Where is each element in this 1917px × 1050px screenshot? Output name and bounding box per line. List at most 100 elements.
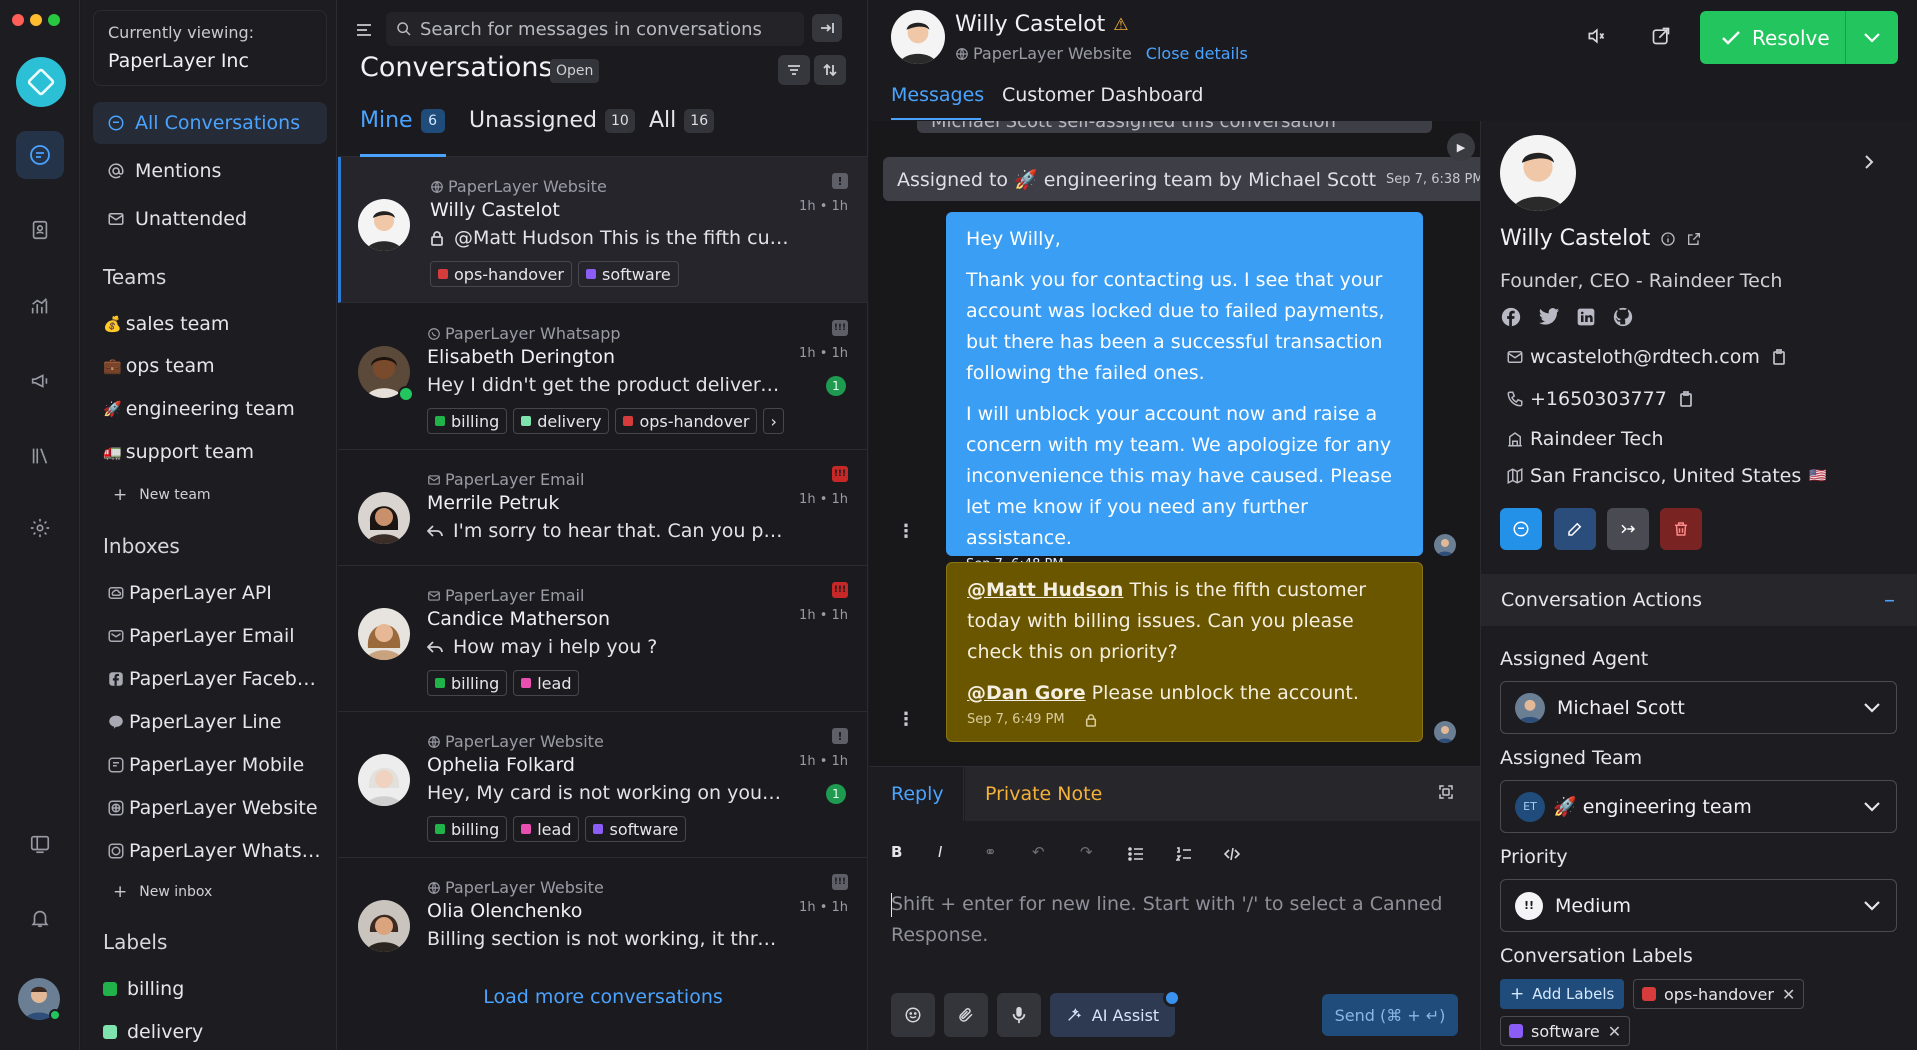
- tab-mine[interactable]: Mine 6: [360, 108, 445, 133]
- ai-assist-button[interactable]: AI Assist: [1050, 993, 1175, 1037]
- inbox-facebook[interactable]: PaperLayer Faceb…: [103, 668, 316, 690]
- scroll-arrow-button[interactable]: ▶: [1447, 133, 1475, 161]
- close-window-button[interactable]: [12, 14, 24, 26]
- priority-select[interactable]: !! Medium: [1500, 879, 1897, 932]
- conversation-item[interactable]: PaperLayer Website Ophelia Folkard Hey, …: [338, 712, 868, 858]
- inbox-mobile[interactable]: PaperLayer Mobile: [103, 754, 304, 776]
- bullet-list-icon[interactable]: [1128, 847, 1144, 861]
- tab-customer-dashboard[interactable]: Customer Dashboard: [1002, 84, 1203, 106]
- minimize-window-button[interactable]: [30, 14, 42, 26]
- numbered-list-icon[interactable]: [1176, 847, 1192, 861]
- label-delivery[interactable]: delivery: [103, 1021, 203, 1043]
- chevron-right-icon[interactable]: [1864, 154, 1874, 170]
- tab-all[interactable]: All 16: [649, 108, 715, 133]
- conversation-item[interactable]: PaperLayer Email Candice Matherson How m…: [338, 566, 868, 712]
- team-ops[interactable]: 💼 ops team: [103, 355, 215, 377]
- contact-phone[interactable]: +1650303777: [1530, 388, 1667, 410]
- emoji-button[interactable]: [891, 993, 935, 1037]
- tab-messages[interactable]: Messages: [891, 84, 984, 106]
- nav-mentions[interactable]: Mentions: [93, 150, 327, 192]
- external-link-icon[interactable]: [1686, 231, 1702, 247]
- label-billing[interactable]: billing: [103, 978, 184, 1000]
- team-support[interactable]: 🚛 support team: [103, 441, 254, 463]
- copy-icon[interactable]: [1679, 391, 1693, 407]
- inbox-website[interactable]: PaperLayer Website: [103, 797, 318, 819]
- undo-icon[interactable]: ↶: [1032, 843, 1045, 861]
- tab-unassigned[interactable]: Unassigned 10: [469, 108, 635, 133]
- new-message-button[interactable]: [1500, 508, 1542, 550]
- bold-button[interactable]: B: [891, 843, 902, 861]
- contact-email[interactable]: wcasteloth@rdtech.com: [1530, 346, 1760, 368]
- reports-nav-icon[interactable]: [16, 282, 64, 330]
- copy-icon[interactable]: [1772, 349, 1786, 365]
- edit-contact-button[interactable]: [1554, 508, 1596, 550]
- message-menu-icon[interactable]: ⋮: [897, 709, 915, 730]
- team-engineering[interactable]: 🚀 engineering team: [103, 398, 295, 420]
- info-icon[interactable]: [1660, 231, 1676, 247]
- message-thread[interactable]: Michael Scott self-assigned this convers…: [869, 121, 1480, 766]
- close-details-link[interactable]: Close details: [1146, 44, 1248, 63]
- inbox-whatsapp[interactable]: PaperLayer Whats…: [103, 840, 321, 862]
- notifications-bell-icon[interactable]: [16, 894, 64, 942]
- conversation-item[interactable]: PaperLayer Website Willy Castelot @Matt …: [338, 157, 868, 303]
- menu-icon[interactable]: [354, 20, 374, 40]
- conversation-item[interactable]: PaperLayer Whatsapp Elisabeth Derington …: [338, 304, 868, 450]
- settings-nav-icon[interactable]: [16, 504, 64, 552]
- italic-button[interactable]: I: [938, 843, 942, 861]
- contact-avatar[interactable]: [891, 10, 945, 64]
- load-more-link[interactable]: Load more conversations: [338, 986, 868, 1008]
- inbox-email[interactable]: PaperLayer Email: [103, 625, 295, 647]
- library-nav-icon[interactable]: [16, 432, 64, 480]
- resolve-button[interactable]: Resolve: [1700, 11, 1898, 64]
- inbox-line[interactable]: PaperLayer Line: [103, 711, 281, 733]
- add-labels-button[interactable]: + Add Labels: [1500, 979, 1625, 1009]
- assigned-agent-select[interactable]: Michael Scott: [1500, 681, 1897, 734]
- expand-editor-icon[interactable]: [1437, 783, 1455, 801]
- attachment-button[interactable]: [944, 993, 988, 1037]
- conversation-item[interactable]: PaperLayer Email Merrile Petruk I'm sorr…: [338, 450, 868, 566]
- chevron-down-icon[interactable]: [1864, 32, 1880, 43]
- search-bar[interactable]: Search for messages in conversations: [386, 12, 804, 46]
- microphone-button[interactable]: [997, 993, 1041, 1037]
- sort-button[interactable]: [814, 55, 846, 85]
- maximize-window-button[interactable]: [48, 14, 60, 26]
- filter-button[interactable]: [778, 55, 810, 85]
- nav-unattended[interactable]: Unattended: [93, 198, 327, 240]
- remove-label-icon[interactable]: ✕: [1782, 985, 1795, 1004]
- search-input[interactable]: Search for messages in conversations: [420, 19, 762, 40]
- mute-icon[interactable]: [1586, 26, 1606, 46]
- redo-icon[interactable]: ↷: [1080, 843, 1093, 861]
- delete-contact-button[interactable]: [1660, 508, 1702, 550]
- campaigns-nav-icon[interactable]: [16, 357, 64, 405]
- new-inbox-button[interactable]: + New inbox: [113, 882, 212, 902]
- message-menu-icon[interactable]: ⋮: [897, 521, 915, 542]
- assigned-team-select[interactable]: ET 🚀 engineering team: [1500, 780, 1897, 833]
- conversation-item[interactable]: PaperLayer Website Olia Olenchenko Billi…: [338, 858, 868, 974]
- code-icon[interactable]: [1224, 847, 1240, 861]
- link-icon[interactable]: ⚭: [984, 843, 997, 861]
- twitter-icon[interactable]: [1538, 307, 1560, 327]
- reply-input[interactable]: Shift + enter for new line. Start with '…: [891, 889, 1451, 951]
- linkedin-icon[interactable]: [1576, 307, 1596, 327]
- mention-link[interactable]: @Dan Gore: [967, 682, 1086, 704]
- inbox-api[interactable]: PaperLayer API: [103, 582, 272, 604]
- share-icon[interactable]: [1651, 26, 1671, 46]
- send-button[interactable]: Send (⌘ + ↵): [1322, 994, 1458, 1036]
- github-icon[interactable]: [1612, 306, 1634, 328]
- conversations-nav-icon[interactable]: [16, 131, 64, 179]
- toggle-sidebar-icon[interactable]: [16, 820, 64, 868]
- app-logo[interactable]: [16, 57, 66, 107]
- remove-label-icon[interactable]: ✕: [1608, 1022, 1621, 1041]
- new-team-button[interactable]: + New team: [113, 485, 211, 505]
- tab-reply[interactable]: Reply: [869, 767, 964, 821]
- merge-contact-button[interactable]: [1607, 508, 1649, 550]
- nav-all-conversations[interactable]: All Conversations: [93, 102, 327, 144]
- contacts-nav-icon[interactable]: [16, 206, 64, 254]
- mention-link[interactable]: @Matt Hudson: [967, 579, 1123, 601]
- conversation-actions-header[interactable]: Conversation Actions –: [1481, 574, 1917, 626]
- tab-private-note[interactable]: Private Note: [965, 767, 1480, 821]
- more-tags-button[interactable]: ›: [763, 408, 784, 434]
- collapse-list-button[interactable]: [812, 14, 842, 42]
- account-switcher[interactable]: Currently viewing: PaperLayer Inc: [93, 10, 327, 86]
- team-sales[interactable]: 💰 sales team: [103, 313, 229, 335]
